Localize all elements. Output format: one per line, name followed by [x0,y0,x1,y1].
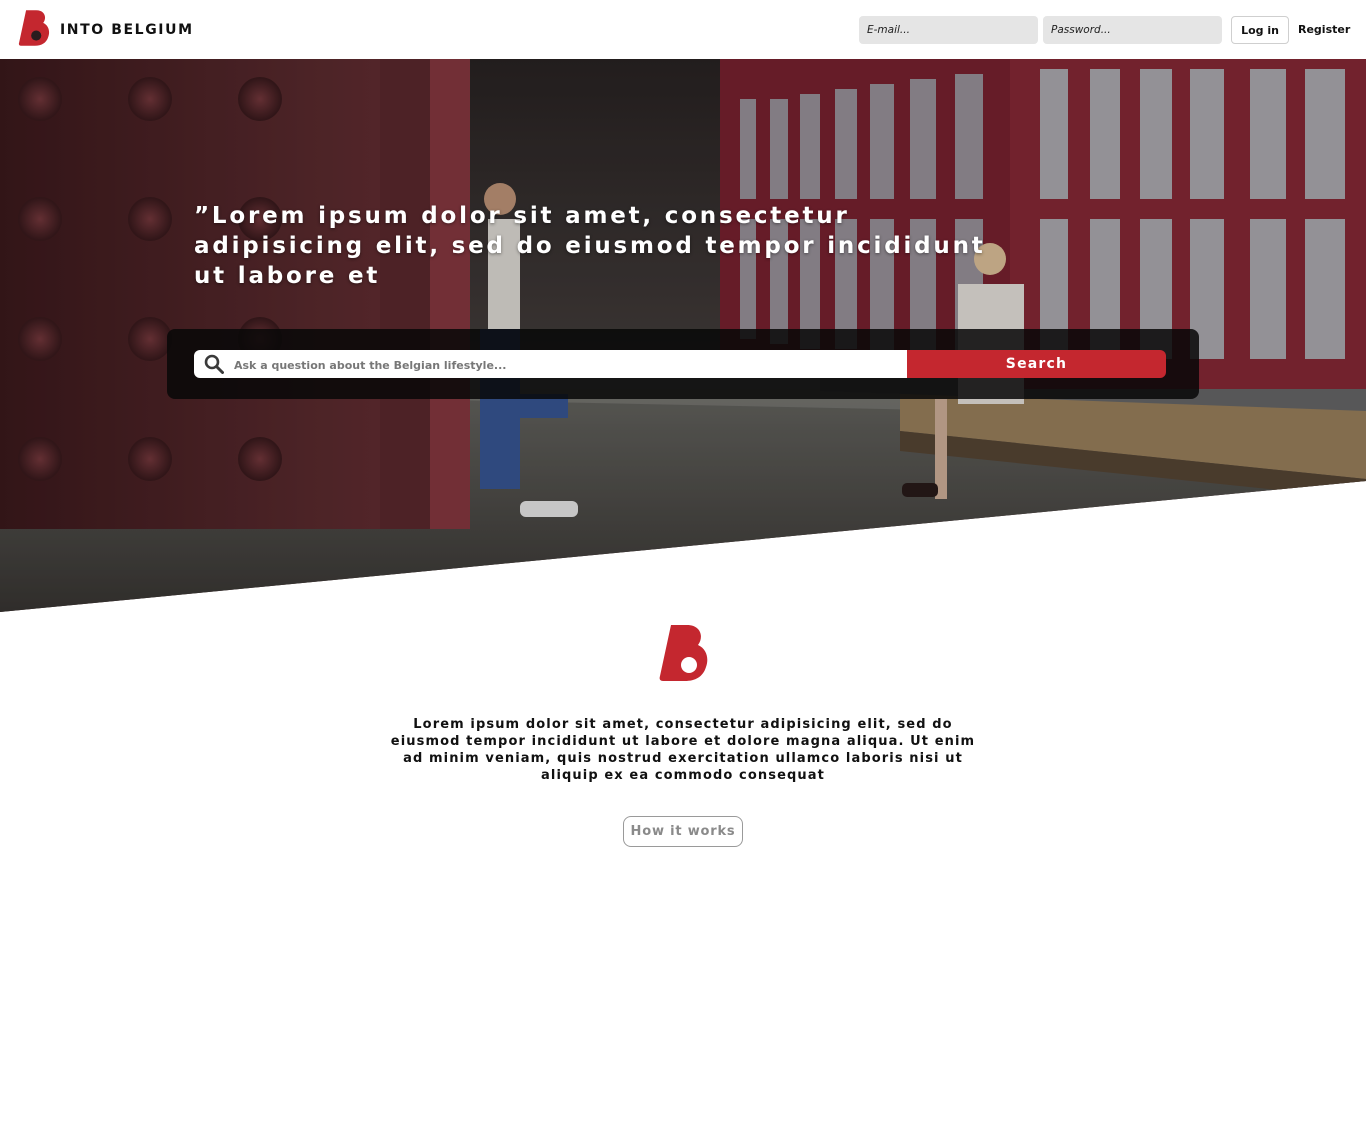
search-icon [204,354,224,374]
top-navigation-bar: INTO BELGIUM Log in Register [0,0,1366,59]
b-logo-icon[interactable] [18,9,50,47]
hero-quote: ”Lorem ipsum dolor sit amet, consectetur… [194,203,986,289]
intro-text: Lorem ipsum dolor sit amet, consectetur … [390,717,976,783]
password-field[interactable] [1043,16,1222,44]
how-it-works-button[interactable]: How it works [623,816,743,847]
search-panel: Search [167,329,1199,399]
b-logo-icon [659,625,708,681]
search-input[interactable] [232,350,896,378]
brand-name: INTO BELGIUM [60,22,194,38]
hero-section: ”Lorem ipsum dolor sit amet, consectetur… [0,59,1366,612]
search-button[interactable]: Search [907,350,1166,378]
email-field[interactable] [859,16,1038,44]
register-link[interactable]: Register [1298,23,1350,36]
search-box[interactable] [194,350,908,378]
login-button[interactable]: Log in [1231,16,1289,44]
